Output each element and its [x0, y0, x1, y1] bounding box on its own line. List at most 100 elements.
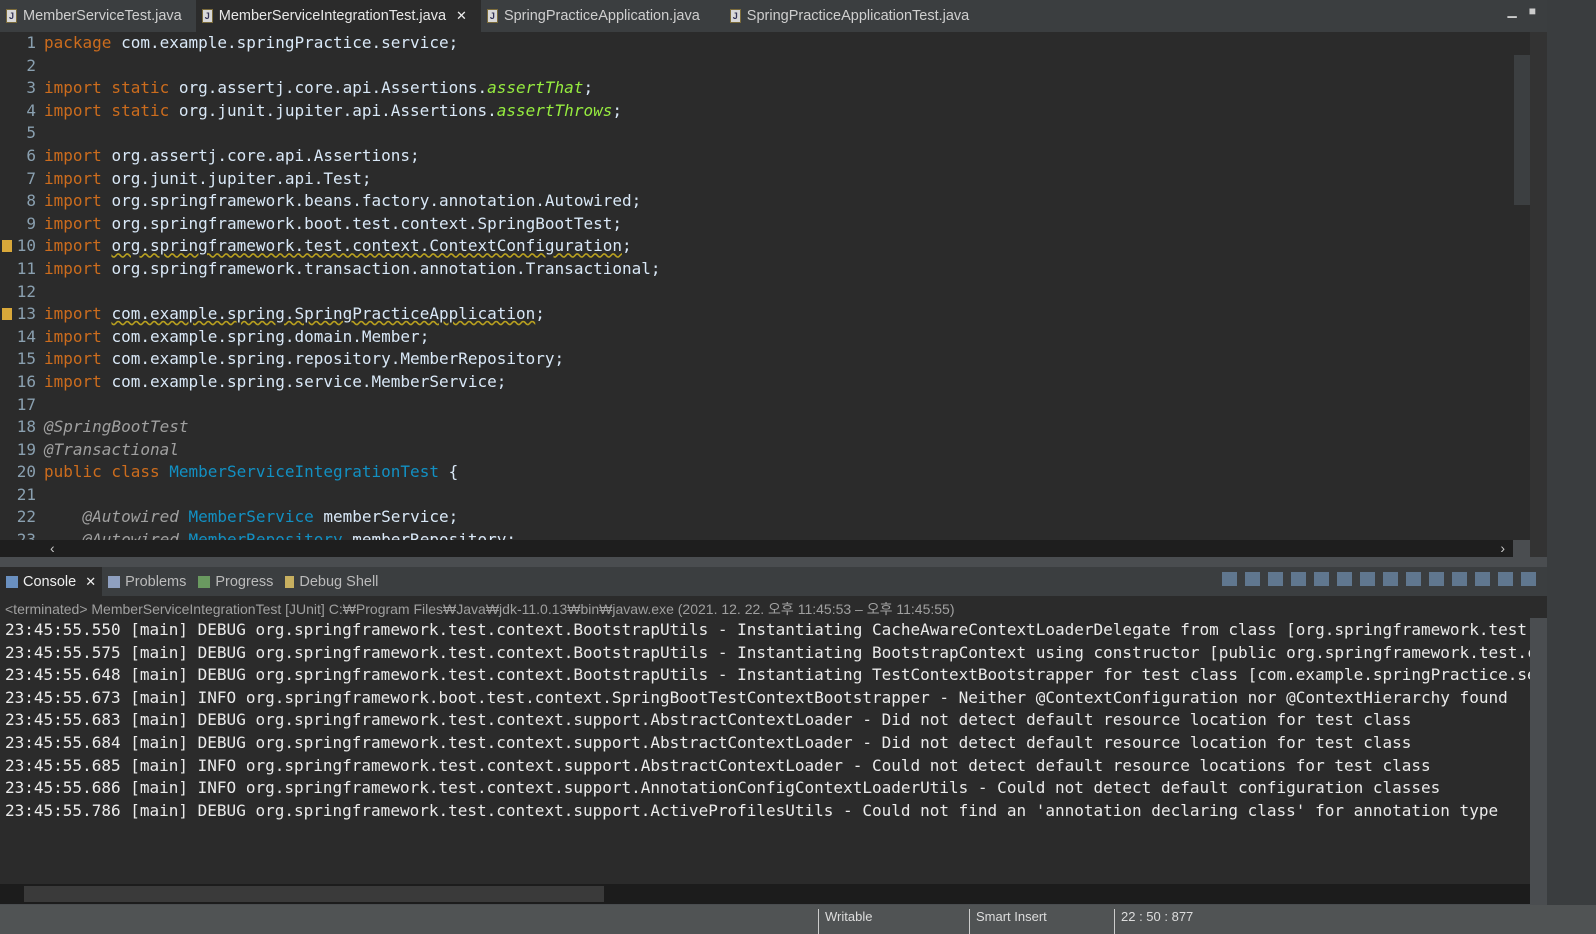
- clear-console-icon[interactable]: [1314, 572, 1329, 586]
- code-token: com.example.springPractice.service;: [121, 33, 459, 52]
- java-file-icon: J: [486, 9, 498, 23]
- code-token: com.example.spring.domain.Member;: [111, 326, 430, 346]
- code-line[interactable]: 19 @Transactional: [0, 439, 1530, 462]
- line-number: 23: [16, 530, 36, 540]
- code-line[interactable]: 10 import org.springframework.test.contex…: [0, 235, 1530, 258]
- code-token: MemberServiceIntegrationTest: [169, 462, 439, 482]
- console-line: 23:45:55.648 [main] DEBUG org.springfram…: [5, 665, 1530, 685]
- line-number: 14: [16, 326, 36, 346]
- code-token: import: [44, 371, 112, 391]
- code-line[interactable]: 8 import org.springframework.beans.factor…: [0, 190, 1530, 213]
- code-line[interactable]: 4 import static org.junit.jupiter.api.Ass…: [0, 100, 1530, 123]
- code-token: ;: [612, 100, 622, 120]
- code-line[interactable]: 17: [0, 394, 1530, 417]
- line-number: 10: [0, 235, 40, 258]
- code-line[interactable]: 5: [0, 122, 1530, 145]
- code-line[interactable]: 22 @Autowired MemberService memberServic…: [0, 506, 1530, 529]
- scroll-lock-icon[interactable]: [1337, 572, 1352, 586]
- code-text: import org.springframework.test.context.…: [40, 235, 632, 258]
- code-token: com.example.spring.service.MemberService…: [111, 371, 507, 391]
- code-token: org.springframework.boot.test.context.Sp…: [111, 213, 622, 233]
- code-line[interactable]: 3 import static org.assertj.core.api.Asse…: [0, 77, 1530, 100]
- pin-icon[interactable]: [1222, 572, 1237, 586]
- editor-tab-member-service-integration-test[interactable]: J MemberServiceIntegrationTest.java ✕: [195, 0, 481, 32]
- code-line[interactable]: 1 package com.example.springPractice.serv…: [0, 32, 1530, 55]
- code-token: import: [44, 213, 112, 233]
- line-number: 12: [16, 281, 36, 301]
- code-line[interactable]: 12: [0, 281, 1530, 304]
- code-text: import org.junit.jupiter.api.Test;: [40, 168, 372, 191]
- remove-all-icon[interactable]: [1291, 572, 1306, 586]
- code-token: ;: [583, 78, 594, 98]
- pin-console-icon[interactable]: [1429, 572, 1444, 586]
- code-line[interactable]: 6 import org.assertj.core.api.Assertions;: [0, 145, 1530, 168]
- display-console-icon[interactable]: [1452, 572, 1467, 586]
- editor-tab-member-service-test[interactable]: J MemberServiceTest.java: [0, 0, 196, 32]
- code-line[interactable]: 20 public class MemberServiceIntegrationT…: [0, 461, 1530, 484]
- line-number: 18: [16, 417, 36, 437]
- code-line[interactable]: 13 import com.example.spring.SpringPracti…: [0, 303, 1530, 326]
- console-scroll-thumb[interactable]: [24, 886, 604, 902]
- code-editor[interactable]: 1 package com.example.springPractice.serv…: [0, 32, 1530, 540]
- warning-marker-icon: [2, 240, 12, 253]
- close-tab-icon[interactable]: ✕: [456, 8, 467, 24]
- editor-horizontal-scrollbar[interactable]: ‹ ›: [0, 540, 1513, 557]
- code-line[interactable]: 7 import org.junit.jupiter.api.Test;: [0, 168, 1530, 191]
- terminate-icon[interactable]: [1245, 572, 1260, 586]
- problems-icon: [108, 575, 121, 588]
- code-text: @Autowired MemberRepository memberReposi…: [40, 529, 516, 540]
- console-line: 23:45:55.786 [main] DEBUG org.springfram…: [5, 800, 1499, 820]
- minimize-icon[interactable]: ▁: [1508, 4, 1517, 18]
- open-console-icon[interactable]: [1475, 572, 1490, 586]
- line-number: 19: [16, 439, 36, 459]
- remove-launch-icon[interactable]: [1268, 572, 1283, 586]
- code-token: import static: [44, 100, 179, 120]
- code-line[interactable]: 21: [0, 484, 1530, 507]
- editor-tab-spring-practice-application[interactable]: J SpringPracticeApplication.java: [481, 0, 714, 32]
- tab-problems[interactable]: Problems: [102, 567, 192, 596]
- console-output[interactable]: 23:45:55.550 [main] DEBUG org.springfram…: [0, 618, 1530, 884]
- code-line[interactable]: 14 import com.example.spring.domain.Membe…: [0, 326, 1530, 349]
- code-token: ;: [535, 304, 545, 324]
- word-wrap-icon[interactable]: [1360, 572, 1375, 586]
- show-stdout-icon[interactable]: [1383, 572, 1398, 586]
- code-token: org.junit.jupiter.api.Assertions.: [178, 100, 497, 120]
- code-token: @Autowired: [82, 507, 189, 527]
- editor-tab-spring-practice-application-test[interactable]: J SpringPracticeApplicationTest.java: [724, 0, 983, 32]
- cursor-position-status: 22 : 50 : 877: [1114, 909, 1193, 934]
- console-line: 23:45:55.683 [main] DEBUG org.springfram…: [5, 710, 1412, 730]
- java-file-icon: J: [6, 9, 17, 23]
- tab-console[interactable]: Console ✕: [0, 567, 103, 596]
- maximize-icon[interactable]: [1521, 572, 1536, 586]
- line-number: 13: [0, 303, 40, 326]
- tab-debug-shell[interactable]: Debug Shell: [279, 567, 384, 596]
- maximize-icon[interactable]: ■: [1529, 4, 1536, 18]
- editor-scroll-thumb[interactable]: [1514, 55, 1530, 205]
- code-text: import com.example.spring.domain.Member;: [40, 326, 429, 349]
- tab-progress[interactable]: Progress: [192, 567, 279, 596]
- code-line[interactable]: 11 import org.springframework.transaction…: [0, 258, 1530, 281]
- code-line[interactable]: 2: [0, 55, 1530, 78]
- code-token: memberService;: [313, 507, 459, 527]
- code-token: package: [44, 33, 122, 52]
- scroll-right-icon[interactable]: ›: [1500, 540, 1505, 556]
- code-token: assertThat: [487, 78, 584, 98]
- close-console-icon[interactable]: ✕: [85, 574, 96, 590]
- java-file-icon: J: [729, 9, 741, 23]
- line-number: 20: [16, 462, 36, 482]
- code-line[interactable]: 18 @SpringBootTest: [0, 416, 1530, 439]
- line-number: 2: [26, 55, 36, 75]
- show-stderr-icon[interactable]: [1406, 572, 1421, 586]
- scroll-left-icon[interactable]: ‹: [50, 540, 55, 556]
- code-line[interactable]: 15 import com.example.spring.repository.M…: [0, 348, 1530, 371]
- code-line[interactable]: 9 import org.springframework.boot.test.co…: [0, 213, 1530, 236]
- console-toolbar: [1222, 572, 1536, 586]
- code-line[interactable]: 23 @Autowired MemberRepository memberRep…: [0, 529, 1530, 540]
- code-line[interactable]: 16 import com.example.spring.service.Memb…: [0, 371, 1530, 394]
- code-token: import: [44, 236, 112, 256]
- line-number: 4: [26, 100, 36, 120]
- minimize-icon[interactable]: [1498, 572, 1513, 586]
